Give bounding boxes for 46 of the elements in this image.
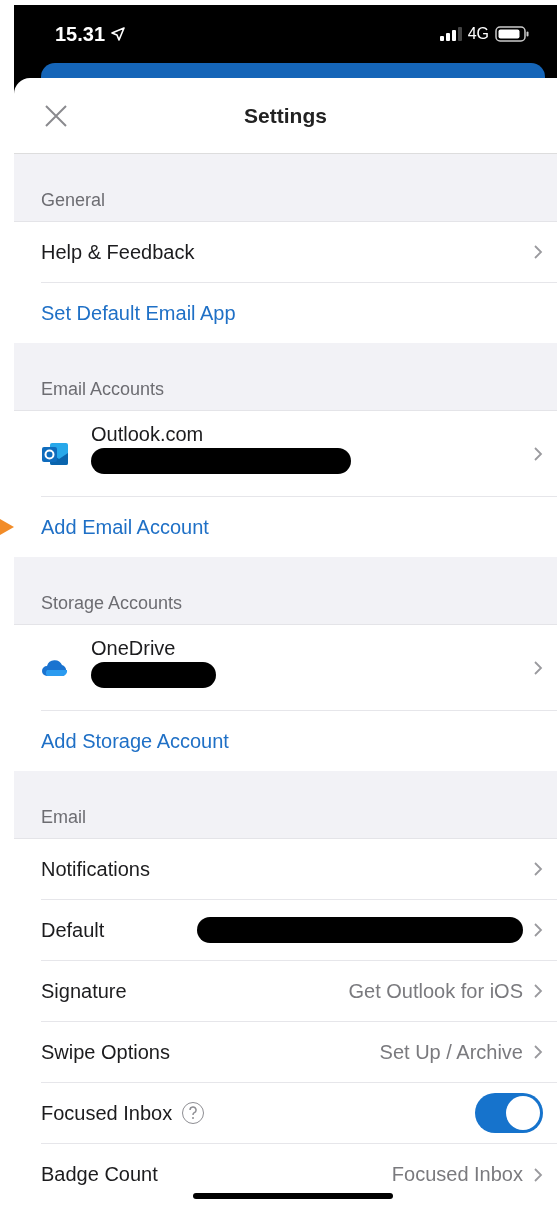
chevron-icon	[533, 244, 543, 260]
account-name: Outlook.com	[91, 423, 205, 446]
account-row[interactable]: OneDrive	[41, 625, 557, 711]
row-label: Signature	[41, 979, 127, 1003]
row-label: Default	[41, 918, 105, 942]
network-label: 4G	[467, 25, 489, 43]
row-label: Badge Count	[41, 1163, 158, 1186]
link[interactable]: Add Storage Account	[41, 729, 229, 753]
chevron-icon	[533, 861, 543, 877]
settings-row[interactable]: Default	[41, 900, 557, 961]
signal-icon	[439, 27, 462, 41]
close-button[interactable]	[44, 104, 68, 128]
chevron-icon	[533, 1166, 543, 1183]
toggle-switch[interactable]	[475, 1093, 543, 1133]
battery-icon	[495, 26, 529, 42]
row-label: Help & Feedback	[41, 240, 195, 264]
settings-row[interactable]: Badge Count Focused Inbox	[41, 1144, 557, 1205]
row-label: Focused Inbox	[41, 1101, 173, 1125]
row-label: Swipe Options	[41, 1040, 170, 1064]
chevron-icon	[533, 922, 543, 938]
settings-row[interactable]: Signature Get Outlook for iOS	[41, 961, 557, 1022]
sheet-title: Settings	[244, 103, 327, 128]
row-label: Notifications	[41, 857, 150, 881]
link[interactable]: Add Email Account	[41, 515, 209, 539]
section-title: Email	[41, 807, 86, 828]
row-value: Get Outlook for iOS	[348, 979, 523, 1003]
chevron-icon	[533, 659, 543, 676]
section-title: Storage Accounts	[41, 593, 183, 614]
chevron-icon	[533, 445, 543, 462]
account-row[interactable]: Outlook.com	[41, 411, 557, 497]
link[interactable]: Set Default Email App	[41, 301, 236, 325]
cloud-icon	[41, 658, 69, 677]
mail-app-icon	[41, 440, 69, 467]
section-title: General	[41, 190, 106, 211]
chevron-icon	[533, 1044, 543, 1060]
location-icon	[111, 27, 126, 41]
chevron-icon	[533, 983, 543, 999]
row-value: Focused Inbox	[391, 1163, 523, 1186]
arrow-icon	[0, 519, 14, 535]
settings-row[interactable]: Notifications	[41, 839, 557, 900]
settings-row[interactable]: Help & Feedback	[41, 222, 557, 283]
row-value: Set Up / Archive	[379, 1040, 523, 1064]
account-name: OneDrive	[91, 637, 177, 660]
section-title: Email Accounts	[41, 379, 165, 400]
status-time: 15.31	[55, 22, 106, 46]
settings-row[interactable]: Swipe Options Set Up / Archive	[41, 1022, 557, 1083]
